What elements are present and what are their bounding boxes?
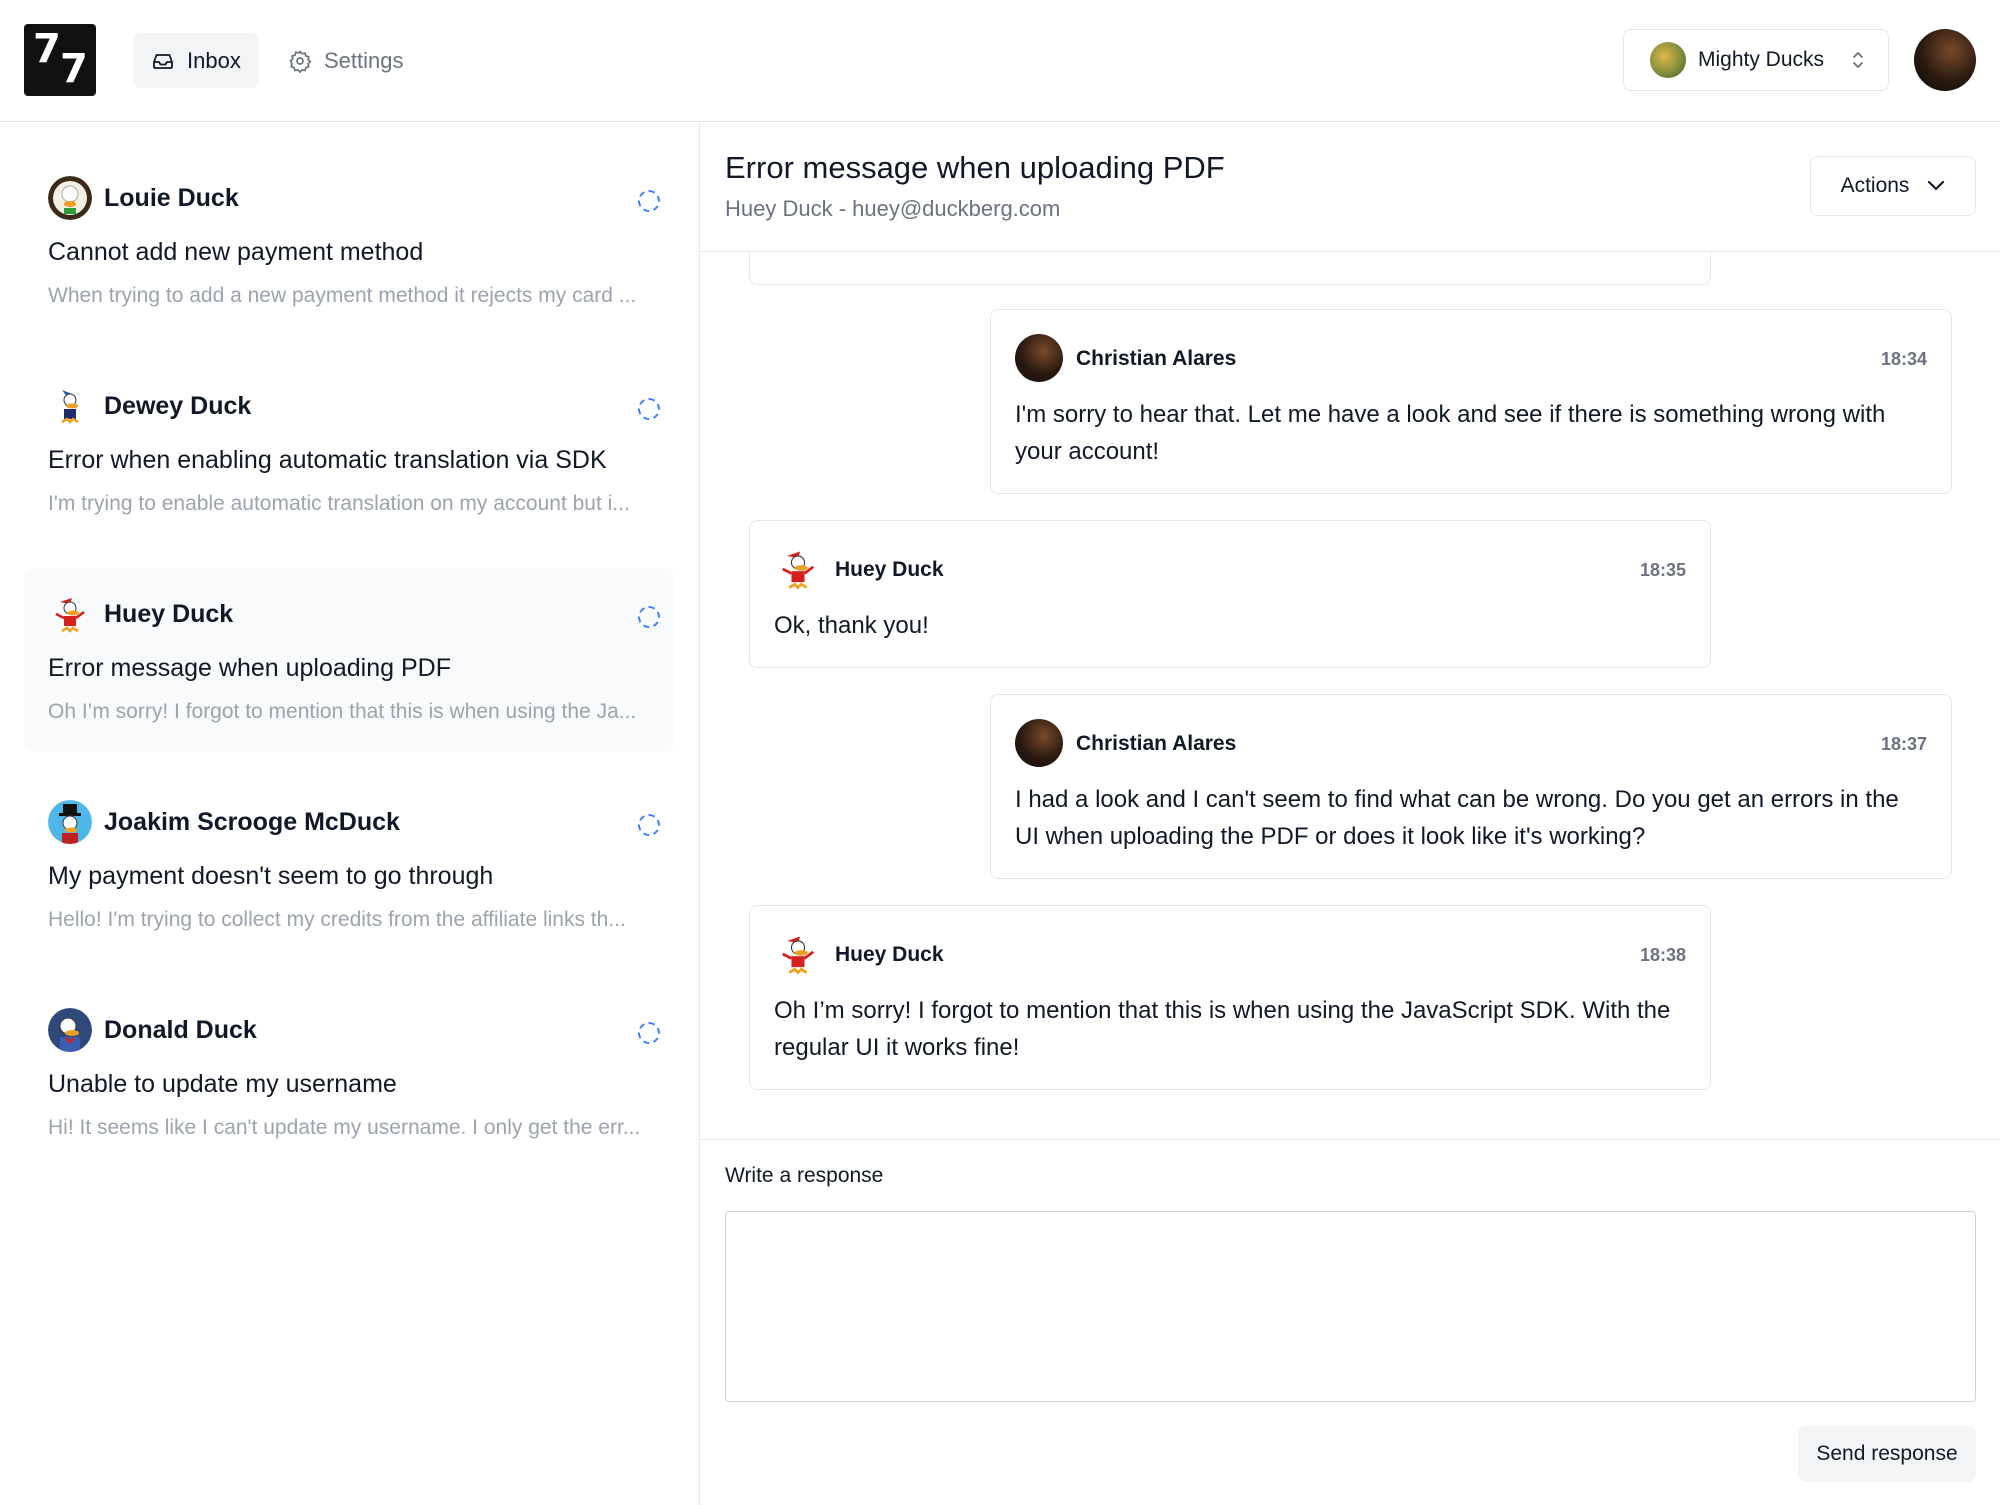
message-time: 18:37 (1880, 734, 1927, 754)
ticket-customer-name: Louie Duck (104, 184, 239, 212)
ticket-preview: When trying to add a new payment method … (48, 284, 637, 307)
nav-inbox-label: Inbox (187, 47, 241, 73)
ticket-customer-name: Joakim Scrooge McDuck (104, 808, 400, 836)
message-text: Oh I’m sorry! I forgot to mention that t… (774, 997, 1671, 1061)
message-card-agent: Christian Alares 18:37 I had a look and … (990, 694, 1952, 879)
inbox-icon (153, 53, 173, 69)
message-text: I had a look and I can't seem to find wh… (1015, 786, 1899, 850)
message-thread[interactable]: Christian Alares 18:34 I'm sorry to hear… (700, 252, 2000, 1139)
message-author: Christian Alares (1076, 732, 1237, 755)
conversation-title: Error message when uploading PDF (725, 150, 1225, 185)
organization-avatar (1650, 42, 1686, 78)
ticket-item[interactable]: Donald Duck Unable to update my username… (24, 984, 674, 1168)
ticket-avatar (48, 1008, 92, 1052)
response-composer: Write a response Send response (700, 1139, 2000, 1505)
message-card-agent: Christian Alares 18:34 I'm sorry to hear… (990, 309, 1952, 494)
chevron-down-icon (1928, 180, 1945, 191)
actions-label: Actions (1840, 174, 1910, 197)
ticket-avatar (48, 176, 92, 220)
response-input[interactable] (725, 1211, 1976, 1402)
top-bar: 7 7 Inbox Settings Mighty Ducks (0, 0, 2000, 122)
ticket-subject: My payment doesn't seem to go through (48, 862, 494, 890)
ticket-customer-name: Huey Duck (104, 600, 234, 628)
response-label: Write a response (725, 1164, 884, 1187)
nav-settings-label: Settings (324, 47, 404, 73)
message-avatar (774, 930, 822, 978)
ticket-customer-name: Dewey Duck (104, 392, 252, 420)
organization-select[interactable]: Mighty Ducks (1623, 29, 1889, 91)
chevron-up-down-icon (1853, 52, 1863, 68)
status-icon (638, 814, 660, 836)
message-time: 18:38 (1639, 945, 1686, 965)
organization-name: Mighty Ducks (1698, 48, 1825, 71)
message-author: Huey Duck (835, 558, 944, 581)
message-author: Huey Duck (835, 943, 944, 966)
logo-digit: 7 (60, 46, 88, 92)
ticket-item[interactable]: Joakim Scrooge McDuck My payment doesn't… (24, 776, 674, 960)
message-card-customer: Huey Duck 18:35 Ok, thank you! (749, 520, 1711, 668)
ticket-subject: Error message when uploading PDF (48, 654, 451, 682)
actions-button[interactable]: Actions (1810, 156, 1976, 216)
status-icon (638, 606, 660, 628)
message-avatar (1015, 334, 1063, 382)
ticket-preview: Hello! I'm trying to collect my credits … (48, 908, 626, 931)
message-avatar (774, 545, 822, 593)
logo-digit: 7 (33, 26, 61, 72)
ticket-preview: I'm trying to enable automatic translati… (48, 492, 630, 515)
ticket-subject: Error when enabling automatic translatio… (48, 446, 607, 474)
conversation-customer: Huey Duck - huey@duckberg.com (725, 196, 1061, 221)
nav-inbox[interactable]: Inbox (133, 33, 259, 88)
nav-settings[interactable]: Settings (270, 33, 422, 88)
status-icon (638, 398, 660, 420)
ticket-avatar (48, 592, 92, 636)
message-time: 18:34 (1880, 349, 1927, 369)
message-card-partial (749, 252, 1711, 285)
message-text: I'm sorry to hear that. Let me have a lo… (1015, 401, 1886, 465)
message-author: Christian Alares (1076, 347, 1237, 370)
ticket-preview: Hi! It seems like I can't update my user… (48, 1116, 641, 1139)
ticket-subject: Cannot add new payment method (48, 238, 424, 266)
ticket-item[interactable]: Louie Duck Cannot add new payment method… (24, 152, 674, 336)
send-response-button[interactable]: Send response (1798, 1426, 1976, 1482)
ticket-item[interactable]: Dewey Duck Error when enabling automatic… (24, 360, 674, 544)
conversation-header: Error message when uploading PDF Huey Du… (700, 122, 2000, 252)
ticket-avatar (48, 384, 92, 428)
ticket-list: Louie Duck Cannot add new payment method… (0, 122, 700, 1505)
message-text: Ok, thank you! (774, 612, 929, 639)
ticket-preview: Oh I’m sorry! I forgot to mention that t… (48, 700, 637, 723)
status-icon (638, 190, 660, 212)
message-card-customer: Huey Duck 18:38 Oh I’m sorry! I forgot t… (749, 905, 1711, 1090)
ticket-subject: Unable to update my username (48, 1070, 397, 1098)
ticket-avatar (48, 800, 92, 844)
user-avatar[interactable] (1914, 29, 1976, 91)
message-time: 18:35 (1639, 560, 1686, 580)
message-avatar (1015, 719, 1063, 767)
app-logo[interactable]: 7 7 (24, 24, 96, 96)
gear-icon (289, 49, 312, 73)
status-icon (638, 1022, 660, 1044)
ticket-customer-name: Donald Duck (104, 1016, 257, 1044)
ticket-item-selected[interactable]: Huey Duck Error message when uploading P… (24, 568, 674, 752)
